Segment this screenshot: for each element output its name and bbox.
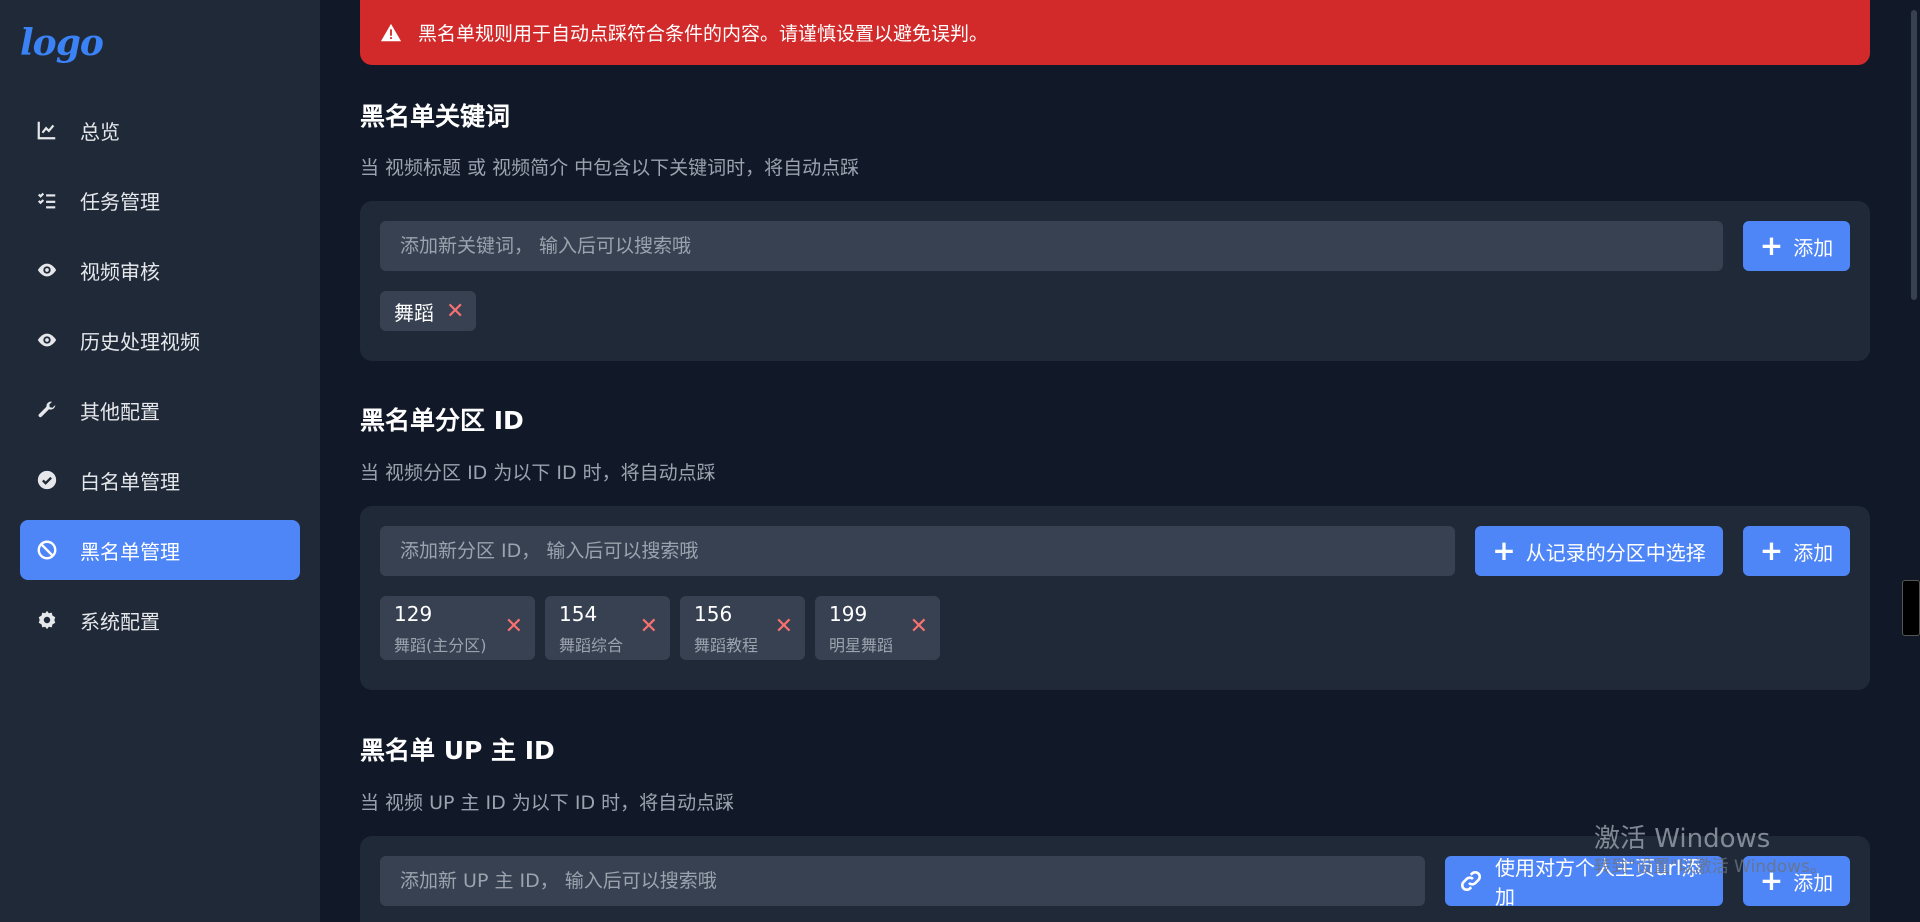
uploaders-description: 当 视频 UP 主 ID 为以下 ID 时，将自动点踩: [360, 792, 735, 814]
uploaders-title: 黑名单 UP 主 ID: [360, 736, 555, 765]
sidebar-item-system-config[interactable]: 系统配置: [20, 590, 300, 650]
uploader-id-input[interactable]: [380, 856, 1425, 906]
main-content: 黑名单规则用于自动点踩符合条件的内容。请谨慎设置以避免误判。 黑名单关键词 当 …: [360, 0, 1870, 922]
wrench-icon: [34, 397, 60, 423]
alert-text: 黑名单规则用于自动点踩符合条件的内容。请谨慎设置以避免误判。: [418, 23, 989, 45]
warning-triangle-icon: [380, 22, 402, 44]
eye-icon: [34, 257, 60, 283]
side-panel-handle[interactable]: [1902, 580, 1920, 636]
sidebar-item-history[interactable]: 历史处理视频: [20, 310, 300, 370]
add-partition-button[interactable]: + 添加: [1743, 526, 1850, 576]
sidebar-item-label: 黑名单管理: [80, 539, 180, 564]
close-icon[interactable]: ✕: [775, 614, 793, 639]
close-icon[interactable]: ✕: [505, 614, 523, 639]
keywords-title: 黑名单关键词: [360, 102, 511, 131]
sidebar-item-label: 视频审核: [80, 259, 160, 284]
close-icon[interactable]: ✕: [640, 614, 658, 639]
gear-icon: [34, 607, 60, 633]
choose-partition-button[interactable]: + 从记录的分区中选择: [1475, 526, 1723, 576]
link-icon: [1459, 869, 1483, 893]
ban-icon: [34, 537, 60, 563]
keywords-panel: + 添加 舞蹈 ✕: [360, 201, 1870, 361]
keyword-input[interactable]: [380, 221, 1723, 271]
keyword-tag: 舞蹈 ✕: [380, 291, 477, 331]
sidebar-item-label: 系统配置: [80, 609, 160, 634]
windows-watermark-title: 激活 Windows: [1594, 824, 1771, 854]
sidebar-item-blacklist[interactable]: 黑名单管理: [20, 520, 300, 580]
plus-icon: +: [1492, 534, 1516, 567]
sidebar-item-overview[interactable]: 总览: [20, 100, 300, 160]
partition-tag-id: 129: [394, 602, 433, 626]
windows-watermark-subtitle: 转到"设置"以激活 Windows。: [1594, 857, 1827, 877]
sidebar-item-label: 历史处理视频: [80, 329, 200, 354]
partition-tag: 156 舞蹈教程 ✕: [680, 596, 805, 660]
chart-line-icon: [34, 117, 60, 143]
sidebar-item-tasks[interactable]: 任务管理: [20, 170, 300, 230]
app-logo[interactable]: logo: [20, 22, 104, 64]
partition-tag-id: 156: [694, 602, 733, 626]
sidebar-nav: 总览 任务管理 视频审核 历史处理视频 其他配置 白名单管理 黑名单管理 系统配…: [20, 100, 300, 660]
sidebar-item-label: 总览: [80, 119, 120, 144]
sidebar-item-label: 任务管理: [80, 189, 160, 214]
partitions-description: 当 视频分区 ID 为以下 ID 时，将自动点踩: [360, 462, 716, 484]
sidebar: logo 总览 任务管理 视频审核 历史处理视频 其他配置 白名单管理 黑名单管…: [0, 0, 320, 922]
sidebar-item-other-config[interactable]: 其他配置: [20, 380, 300, 440]
sidebar-item-label: 其他配置: [80, 399, 160, 424]
eye-icon: [34, 327, 60, 353]
partition-tag: 129 舞蹈(主分区) ✕: [380, 596, 535, 660]
partitions-title: 黑名单分区 ID: [360, 406, 524, 435]
close-icon[interactable]: ✕: [910, 614, 928, 639]
partition-tag-name: 舞蹈教程: [694, 636, 759, 655]
choose-partition-label: 从记录的分区中选择: [1525, 540, 1706, 565]
plus-icon: +: [1759, 534, 1784, 567]
close-icon[interactable]: ✕: [446, 299, 464, 324]
partitions-panel: + 从记录的分区中选择 + 添加 129 舞蹈(主分区) ✕ 154 舞蹈综合 …: [360, 506, 1870, 690]
add-keyword-label: 添加: [1793, 235, 1834, 260]
keywords-description: 当 视频标题 或 视频简介 中包含以下关键词时，将自动点踩: [360, 157, 860, 179]
sidebar-item-video-review[interactable]: 视频审核: [20, 240, 300, 300]
sidebar-item-whitelist[interactable]: 白名单管理: [20, 450, 300, 510]
partition-tag-name: 舞蹈综合: [559, 636, 624, 655]
scrollbar[interactable]: [1908, 0, 1920, 922]
sidebar-item-label: 白名单管理: [80, 469, 180, 494]
partition-tag-id: 154: [559, 602, 598, 626]
keyword-tag-label: 舞蹈: [394, 300, 434, 325]
check-circle-icon: [34, 467, 60, 493]
list-check-icon: [34, 187, 60, 213]
partition-tag-id: 199: [829, 602, 868, 626]
partition-tag: 199 明星舞蹈 ✕: [815, 596, 940, 660]
partition-tag: 154 舞蹈综合 ✕: [545, 596, 670, 660]
partition-tag-name: 明星舞蹈: [829, 636, 894, 655]
add-partition-label: 添加: [1793, 540, 1834, 565]
partition-id-input[interactable]: [380, 526, 1455, 576]
warning-alert: 黑名单规则用于自动点踩符合条件的内容。请谨慎设置以避免误判。: [360, 0, 1870, 65]
add-keyword-button[interactable]: + 添加: [1743, 221, 1850, 271]
partition-tag-name: 舞蹈(主分区): [394, 636, 487, 655]
plus-icon: +: [1759, 229, 1784, 262]
scrollbar-thumb[interactable]: [1911, 10, 1917, 300]
